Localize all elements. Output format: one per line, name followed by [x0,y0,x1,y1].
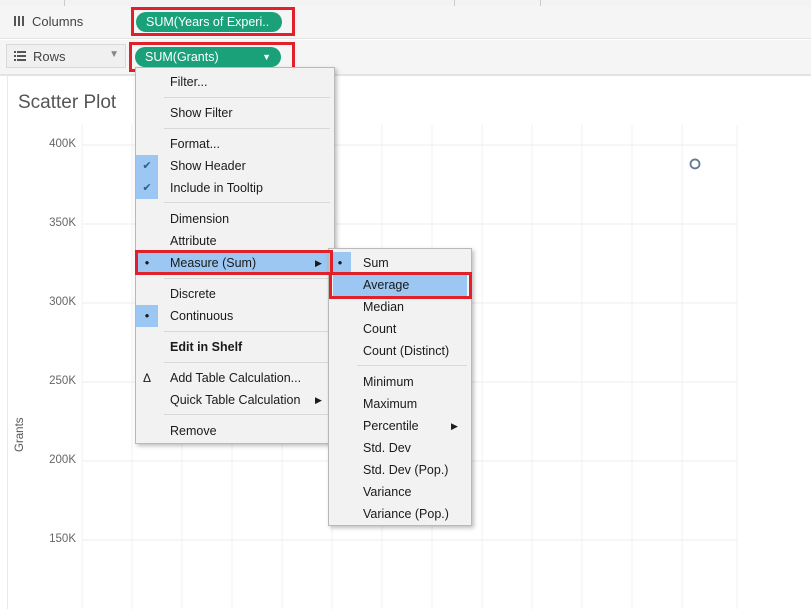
annotation-box [329,272,472,299]
menu-gutter [136,71,158,93]
submenu-item-sum[interactable]: ● Sum [329,252,471,274]
submenu-item-variance-pop[interactable]: Variance (Pop.) [329,503,471,525]
menu-item-label: Dimension [170,212,230,226]
menu-item-attribute[interactable]: Attribute [136,230,334,252]
menu-gutter [136,420,158,442]
menu-item-label: Percentile [363,419,419,433]
menu-gutter [329,371,351,393]
y-axis-label: Grants [14,417,26,452]
y-tick-label: 150K [49,533,76,545]
submenu-item-count[interactable]: Count [329,318,471,340]
check-icon: ✔ [136,177,158,199]
menu-gutter [329,340,351,362]
data-point[interactable] [689,158,701,170]
menu-item-label: Discrete [170,287,216,301]
menu-item-label: Edit in Shelf [170,340,243,354]
menu-gutter [136,133,158,155]
menu-item-format[interactable]: Format... [136,133,334,155]
menu-item-label: Continuous [170,309,234,323]
submenu-item-variance[interactable]: Variance [329,481,471,503]
menu-item-label: Count [363,322,397,336]
menu-separator [164,414,330,415]
menu-separator [164,331,330,332]
menu-item-label: Filter... [170,75,208,89]
menu-gutter [329,318,351,340]
submenu-item-std-dev-pop[interactable]: Std. Dev (Pop.) [329,459,471,481]
menu-item-label: Add Table Calculation... [170,371,302,385]
menu-item-show-filter[interactable]: Show Filter [136,102,334,124]
annotation-box [135,250,333,275]
menu-item-show-header[interactable]: ✔ Show Header [136,155,334,177]
y-tick-label: 350K [49,217,76,229]
menu-gutter [136,336,158,358]
y-tick-label: 200K [49,454,76,466]
menu-item-label: Sum [363,256,389,270]
menu-separator [357,365,467,366]
menu-item-label: Quick Table Calculation [170,393,301,407]
menu-item-discrete[interactable]: Discrete [136,283,334,305]
delta-icon: Δ [142,371,151,385]
menu-item-label: Variance [363,485,412,499]
menu-item-label: Show Filter [170,106,233,120]
menu-separator [164,97,330,98]
check-icon: ✔ [136,155,158,177]
menu-item-label: Format... [170,137,221,151]
menu-item-continuous[interactable]: ● Continuous [136,305,334,327]
menu-item-label: Show Header [170,159,246,173]
submenu-item-maximum[interactable]: Maximum [329,393,471,415]
menu-gutter [329,437,351,459]
menu-item-label: Maximum [363,397,418,411]
menu-item-include-in-tooltip[interactable]: ✔ Include in Tooltip [136,177,334,199]
submenu-arrow-icon: ▶ [315,395,322,405]
menu-separator [164,362,330,363]
bullet-icon: ● [136,305,158,327]
submenu-item-percentile[interactable]: Percentile ▶ [329,415,471,437]
menu-item-filter[interactable]: Filter... [136,71,334,93]
menu-gutter [329,503,351,525]
menu-gutter [329,415,351,437]
submenu-item-std-dev[interactable]: Std. Dev [329,437,471,459]
submenu-item-median[interactable]: Median [329,296,471,318]
menu-separator [164,202,330,203]
menu-item-add-table-calculation[interactable]: Δ Add Table Calculation... [136,367,334,389]
menu-gutter [329,296,351,318]
menu-gutter [329,393,351,415]
menu-item-label: Attribute [170,234,217,248]
submenu-item-count-distinct[interactable]: Count (Distinct) [329,340,471,362]
menu-gutter [136,208,158,230]
menu-item-remove[interactable]: Remove [136,420,334,442]
menu-item-label: Variance (Pop.) [363,507,449,521]
menu-item-label: Count (Distinct) [363,344,450,358]
menu-gutter [136,102,158,124]
menu-separator [164,128,330,129]
menu-gutter [329,459,351,481]
menu-item-label: Median [363,300,404,314]
menu-item-dimension[interactable]: Dimension [136,208,334,230]
menu-gutter [136,389,158,411]
y-tick-label: 300K [49,296,76,308]
submenu-item-minimum[interactable]: Minimum [329,371,471,393]
menu-gutter [136,283,158,305]
menu-gutter [329,481,351,503]
menu-item-quick-table-calculation[interactable]: Quick Table Calculation ▶ [136,389,334,411]
menu-item-label: Include in Tooltip [170,181,263,195]
submenu-arrow-icon: ▶ [451,421,458,431]
y-tick-label: 250K [49,375,76,387]
menu-item-label: Std. Dev (Pop.) [363,463,449,477]
menu-item-label: Std. Dev [363,441,411,455]
y-tick-label: 400K [49,138,76,150]
menu-item-label: Minimum [363,375,414,389]
menu-gutter [136,230,158,252]
menu-item-label: Remove [170,424,217,438]
menu-item-edit-in-shelf[interactable]: Edit in Shelf [136,336,334,358]
menu-separator [164,278,330,279]
